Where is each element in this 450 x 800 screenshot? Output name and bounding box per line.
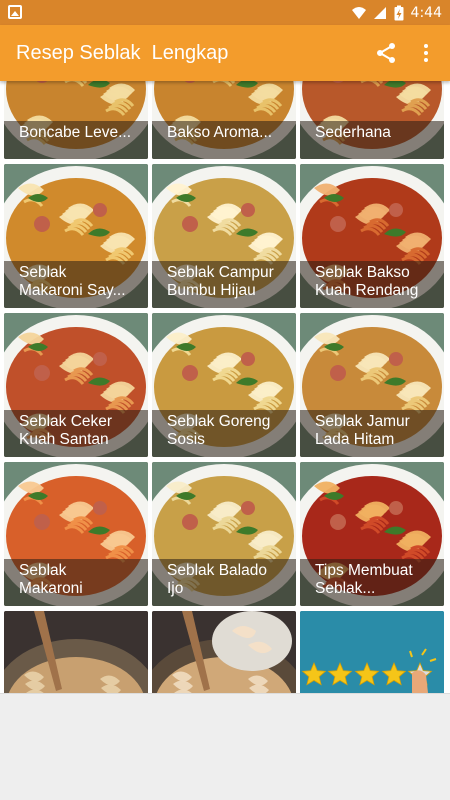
recipe-title-line1: Seblak [19, 264, 67, 281]
battery-charging-icon [394, 5, 404, 20]
recipe-tile[interactable]: Tips Membuat Seblak... [300, 462, 444, 606]
recipe-title-line1: Bakso Aroma... [167, 124, 273, 141]
recipe-title-line2: Makaroni [19, 580, 83, 597]
recipe-title-line2: Kuah Santan [19, 431, 109, 448]
recipe-tile[interactable]: Sederhana [300, 81, 444, 159]
recipe-tile[interactable]: Tips MembuatSeblak, Agar... [4, 611, 148, 693]
wifi-icon [351, 6, 366, 19]
empty-bottom-area [0, 693, 450, 800]
recipe-title: Seblak Ceker Kuah Santan [4, 410, 148, 457]
recipe-title: Seblak Bakso Kuah Rendang [300, 261, 444, 308]
recipe-title: Seblak Makaroni Say... [4, 261, 148, 308]
recipe-tile[interactable]: Bakso Aroma... [152, 81, 296, 159]
recipe-title: Boncabe Leve... [4, 121, 148, 159]
signal-icon [373, 6, 386, 19]
recipe-title-line1: Seblak [19, 562, 67, 579]
recipe-tile[interactable]: Seblak Goreng Sosis [152, 313, 296, 457]
recipe-tile[interactable]: Tips MembuatSeblak [152, 611, 296, 693]
recipe-title: Seblak Jamur Lada Hitam [300, 410, 444, 457]
recipe-title-line2: Seblak... [315, 580, 376, 597]
recipe-title-line1: Seblak Jamur [315, 413, 410, 430]
recipe-tile[interactable]: Boncabe Leve... [4, 81, 148, 159]
recipe-photo [4, 611, 148, 693]
recipe-title-line2: Lada Hitam [315, 431, 395, 448]
app-title: Resep Seblak Lengkap [16, 42, 229, 64]
recipe-tile[interactable]: Seblak Bakso Kuah Rendang [300, 164, 444, 308]
share-icon[interactable] [374, 41, 398, 65]
gallery-notification-icon [8, 5, 22, 19]
recipe-title-line1: Seblak Ceker [19, 413, 113, 430]
recipe-title-line2: Kuah Rendang [315, 282, 419, 299]
recipe-title-line1: Tips Membuat [315, 562, 413, 579]
recipe-photo [152, 611, 296, 693]
recipe-photo [300, 611, 444, 693]
app-bar: Resep Seblak Lengkap [0, 25, 450, 81]
recipe-tile[interactable]: Seblak Balado Ijo [152, 462, 296, 606]
recipe-title: Seblak Goreng Sosis [152, 410, 296, 457]
recipe-title: Seblak Campur Bumbu Hijau [152, 261, 296, 308]
recipe-title: Sederhana [300, 121, 444, 159]
more-options-icon[interactable] [414, 41, 438, 65]
recipe-tile[interactable]: Seblak Campur Bumbu Hijau [152, 164, 296, 308]
recipe-title: Bakso Aroma... [152, 121, 296, 159]
recipe-tile[interactable]: Seblak Jamur Lada Hitam [300, 313, 444, 457]
recipe-title-line1: Seblak Campur [167, 264, 274, 281]
recipe-title: Tips Membuat Seblak... [300, 559, 444, 606]
recipe-tile[interactable]: Seblak Makaroni Say... [4, 164, 148, 308]
recipe-tile[interactable]: Seblak Ceker Kuah Santan [4, 313, 148, 457]
recipe-title-line2: Makaroni Say... [19, 282, 126, 299]
recipe-title: Seblak Balado Ijo [152, 559, 296, 606]
recipe-title-line1: Seblak Bakso [315, 264, 410, 281]
status-bar: 4:44 [0, 0, 450, 25]
recipe-grid[interactable]: Boncabe Leve... Bakso Aroma... Sederhana Se… [0, 81, 450, 693]
recipe-title-line1: Seblak Goreng [167, 413, 271, 430]
recipe-title-line2: Sosis [167, 431, 205, 448]
recipe-title-line2: Ijo [167, 580, 184, 597]
recipe-title-line1: Seblak Balado [167, 562, 267, 579]
recipe-title: Seblak Makaroni [4, 559, 148, 606]
rate-app-tile[interactable]: Beri Rating danKomentar [300, 611, 444, 693]
recipe-title-line1: Boncabe Leve... [19, 124, 132, 141]
recipe-title-line2: Bumbu Hijau [167, 282, 256, 299]
recipe-tile[interactable]: Seblak Makaroni [4, 462, 148, 606]
recipe-title-line1: Sederhana [315, 124, 391, 141]
status-time: 4:44 [410, 4, 442, 21]
